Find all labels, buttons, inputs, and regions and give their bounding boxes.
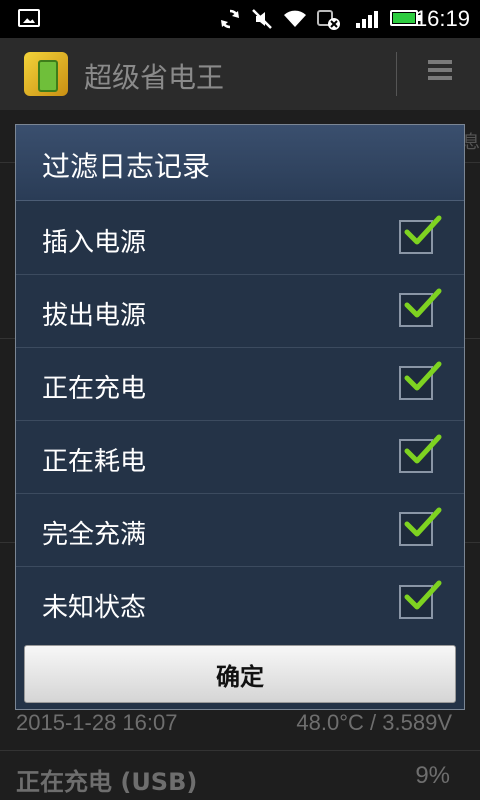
option-checkbox[interactable] xyxy=(399,288,442,327)
option-checkbox[interactable] xyxy=(399,361,442,400)
option-checkbox[interactable] xyxy=(399,580,442,619)
status-bar: 16:19 xyxy=(0,0,480,38)
option-label: 插入电源 xyxy=(42,228,147,258)
screen: 16:19 超级省电王 息 2015-1-28 16:07 48.0°C / 3… xyxy=(0,0,480,800)
divider xyxy=(0,750,480,751)
filter-option-discharging[interactable]: 正在耗电 xyxy=(16,421,464,494)
filter-option-unknown[interactable]: 未知状态 xyxy=(16,567,464,640)
dialog-header: 过滤日志记录 xyxy=(16,125,464,201)
dialog-title: 过滤日志记录 xyxy=(42,150,211,183)
wifi-icon xyxy=(282,6,308,32)
checkmark-icon xyxy=(404,434,442,464)
status-time: 16:19 xyxy=(414,6,470,31)
option-checkbox[interactable] xyxy=(399,434,442,473)
checkmark-icon xyxy=(404,215,442,245)
log-temp-voltage: 48.0°C / 3.589V xyxy=(296,710,452,735)
option-checkbox[interactable] xyxy=(399,215,442,254)
checkmark-icon xyxy=(404,507,442,537)
filter-option-unplugged[interactable]: 拔出电源 xyxy=(16,275,464,348)
divider xyxy=(396,52,397,96)
app-title: 超级省电王 xyxy=(84,61,225,94)
mute-vibrate-icon xyxy=(250,6,274,32)
filter-option-full[interactable]: 完全充满 xyxy=(16,494,464,567)
filter-dialog: 过滤日志记录 插入电源 拔出电源 正在充电 正在耗电 完全充满 未知状态 确定 xyxy=(15,124,465,710)
log-date: 2015-1-28 16:07 xyxy=(16,710,178,735)
option-label: 完全充满 xyxy=(42,520,147,550)
checkmark-icon xyxy=(404,361,442,391)
dialog-footer: 确定 xyxy=(16,639,464,709)
checkmark-icon xyxy=(404,580,442,610)
log-status: 正在充电 (USB) xyxy=(16,768,198,796)
option-label: 正在充电 xyxy=(42,374,147,404)
signal-icon xyxy=(356,10,380,28)
battery-level xyxy=(393,13,415,23)
filter-option-charging[interactable]: 正在充电 xyxy=(16,348,464,421)
checkmark-icon xyxy=(404,288,442,318)
data-off-icon xyxy=(316,6,342,32)
picture-icon xyxy=(18,9,40,27)
app-bar: 超级省电王 xyxy=(0,38,480,110)
app-logo-icon xyxy=(24,52,68,96)
sync-icon xyxy=(218,6,242,32)
menu-icon[interactable] xyxy=(428,58,456,86)
option-label: 拔出电源 xyxy=(42,301,147,331)
log-percent: 9% xyxy=(415,762,450,789)
option-label: 未知状态 xyxy=(42,593,147,623)
battery-icon xyxy=(390,10,421,26)
option-label: 正在耗电 xyxy=(42,447,147,477)
option-checkbox[interactable] xyxy=(399,507,442,546)
filter-option-plugged-in[interactable]: 插入电源 xyxy=(16,202,464,275)
ok-button[interactable]: 确定 xyxy=(24,645,456,703)
